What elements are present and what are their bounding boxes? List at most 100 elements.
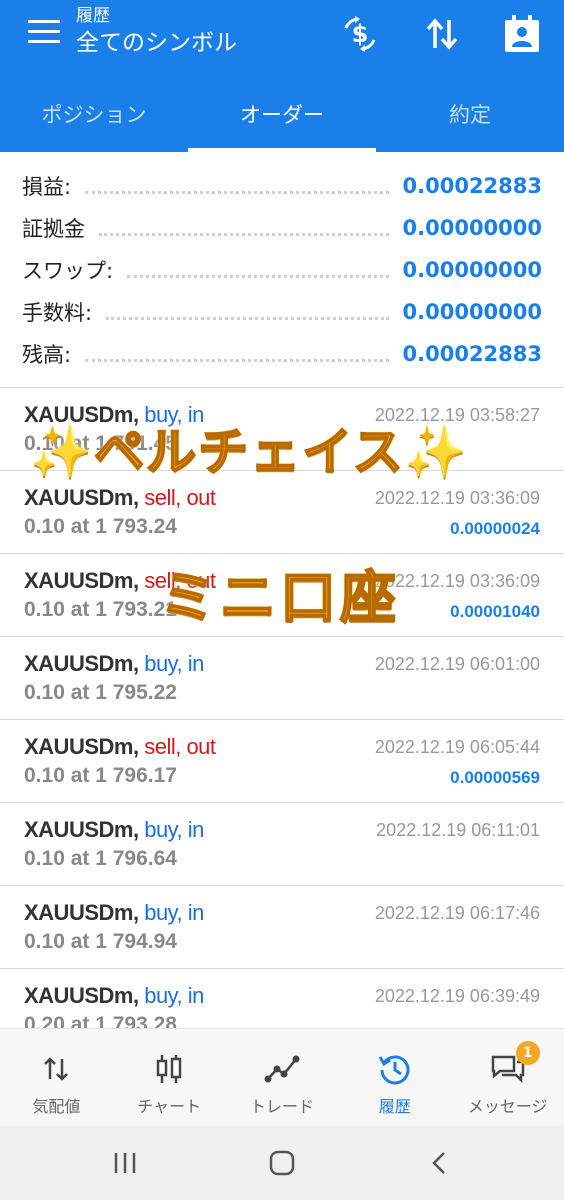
trade-side: buy, in xyxy=(144,983,204,1008)
svg-text:$: $ xyxy=(352,20,369,48)
nav-label: トレード xyxy=(249,1097,314,1116)
trade-volume-price: 0.10 at 1 795.22 xyxy=(24,681,177,704)
dotted-leader xyxy=(85,190,389,194)
app-bar: 履歴 全てのシンボル $ xyxy=(0,0,564,75)
nav-history[interactable]: 履歴 xyxy=(338,1029,451,1126)
symbol-text: XAUUSDm, xyxy=(24,568,139,593)
trade-time: 2022.12.19 06:11:01 xyxy=(376,820,540,840)
summary-row-balance: 残高: 0.00022883 xyxy=(22,333,542,375)
header-title-block[interactable]: 履歴 全てのシンボル xyxy=(76,6,237,60)
summary-row-commission: 手数料: 0.00000000 xyxy=(22,291,542,333)
home-icon[interactable] xyxy=(267,1148,297,1178)
chart-icon xyxy=(151,1051,187,1087)
tab-label: ポジション xyxy=(41,102,147,127)
summary-label: 残高: xyxy=(22,343,72,367)
table-row[interactable]: XAUUSDm, buy, in 0.10 at 1 795.22 2022.1… xyxy=(0,637,564,720)
tab-deals[interactable]: 約定 xyxy=(376,75,564,152)
trade-side: sell, out xyxy=(144,485,216,510)
summary-row-swap: スワップ: 0.00000000 xyxy=(22,249,542,291)
table-row[interactable]: XAUUSDm, buy, in 0.20 at 1 793.28 2022.1… xyxy=(0,969,564,1028)
trade-history-list[interactable]: XAUUSDm, buy, in 0.10 at 1 791.45 2022.1… xyxy=(0,388,564,1028)
summary-row-margin: 証拠金 0.00000000 xyxy=(22,207,542,249)
sort-icon[interactable] xyxy=(422,14,462,54)
summary-row-profit: 損益: 0.00022883 xyxy=(22,165,542,207)
trade-side: buy, in xyxy=(144,651,204,676)
trade-volume-price: 0.10 at 1 793.24 xyxy=(24,515,177,538)
dotted-leader xyxy=(99,232,389,236)
trade-symbol: XAUUSDm, sell, out xyxy=(24,485,216,511)
trade-profit: 0.00000569 xyxy=(450,768,540,787)
symbol-text: XAUUSDm, xyxy=(24,734,139,759)
calendar-icon[interactable] xyxy=(502,14,542,54)
trade-volume-price: 0.10 at 1 796.64 xyxy=(24,847,177,870)
dotted-leader xyxy=(127,274,389,278)
trade-volume-price: 0.20 at 1 793.28 xyxy=(24,1013,177,1028)
trade-volume-price: 0.10 at 1 794.94 xyxy=(24,930,177,953)
trade-volume-price: 0.10 at 1 796.17 xyxy=(24,764,177,787)
nav-label: 履歴 xyxy=(378,1097,411,1116)
trade-icon xyxy=(264,1051,300,1087)
dotted-leader xyxy=(85,358,389,362)
trade-symbol: XAUUSDm, buy, in xyxy=(24,983,204,1009)
summary-label: 証拠金 xyxy=(22,217,85,241)
nav-trade[interactable]: トレード xyxy=(226,1029,339,1126)
summary-value: 0.00000000 xyxy=(402,300,542,324)
summary-value: 0.00022883 xyxy=(402,342,542,366)
symbol-text: XAUUSDm, xyxy=(24,485,139,510)
currency-switch-icon[interactable]: $ xyxy=(340,14,380,54)
summary-value: 0.00000000 xyxy=(402,216,542,240)
nav-label: メッセージ xyxy=(467,1097,548,1116)
table-row[interactable]: XAUUSDm, buy, in 0.10 at 1 794.94 2022.1… xyxy=(0,886,564,969)
trade-symbol: XAUUSDm, buy, in xyxy=(24,900,204,926)
symbol-text: XAUUSDm, xyxy=(24,900,139,925)
summary-panel: 損益: 0.00022883 証拠金 0.00000000 スワップ: 0.00000… xyxy=(0,152,564,388)
summary-value: 0.00022883 xyxy=(402,174,542,198)
sparkle-icon: ✨ xyxy=(29,423,95,482)
trade-symbol: XAUUSDm, buy, in xyxy=(24,817,204,843)
symbol-text: XAUUSDm, xyxy=(24,983,139,1008)
trade-symbol: XAUUSDm, sell, out xyxy=(24,734,216,760)
back-icon[interactable] xyxy=(425,1148,455,1178)
trade-symbol: XAUUSDm, buy, in xyxy=(24,651,204,677)
tab-orders[interactable]: オーダー xyxy=(188,75,376,152)
sparkle-icon: ✨ xyxy=(404,423,470,482)
page-title: 全てのシンボル xyxy=(76,30,237,56)
nav-label: 気配値 xyxy=(32,1097,81,1116)
nav-label: チャート xyxy=(137,1097,202,1116)
trade-profit: 0.00001040 xyxy=(450,602,540,621)
table-row[interactable]: XAUUSDm, buy, in 0.10 at 1 796.64 2022.1… xyxy=(0,803,564,886)
trade-side: buy, in xyxy=(144,817,204,842)
symbol-text: XAUUSDm, xyxy=(24,817,139,842)
symbol-text: XAUUSDm, xyxy=(24,651,139,676)
dotted-leader xyxy=(106,316,389,320)
trade-side: sell, out xyxy=(144,734,216,759)
quotes-icon xyxy=(38,1051,74,1087)
recent-apps-icon[interactable] xyxy=(110,1148,140,1178)
trade-time: 2022.12.19 06:39:49 xyxy=(374,986,540,1006)
trade-side: buy, in xyxy=(144,900,204,925)
trade-time: 2022.12.19 06:05:44 xyxy=(374,737,540,757)
overlay-text: ペルチェイス xyxy=(93,422,405,482)
tab-positions[interactable]: ポジション xyxy=(0,75,188,152)
summary-label: 手数料: xyxy=(22,301,93,325)
summary-label: 損益: xyxy=(22,175,72,199)
nav-messages[interactable]: 1 メッセージ xyxy=(451,1029,564,1126)
tab-label: 約定 xyxy=(449,102,491,127)
trade-time: 2022.12.19 06:17:46 xyxy=(374,903,540,923)
hamburger-menu-icon[interactable] xyxy=(28,20,60,46)
trade-profit: 0.00000024 xyxy=(450,519,540,538)
page-subtitle: 履歴 xyxy=(76,6,110,26)
unread-badge: 1 xyxy=(515,1041,540,1065)
bottom-navigation: 気配値 チャート トレード 履歴 1 メッセージ xyxy=(0,1028,564,1126)
overlay-caption-purchase: ✨ペルチェイス✨ xyxy=(29,412,470,484)
tab-bar: ポジション オーダー 約定 xyxy=(0,75,564,152)
trade-time: 2022.12.19 03:36:09 xyxy=(374,488,540,508)
trade-volume-price: 0.10 at 1 793.21 xyxy=(24,598,177,621)
summary-value: 0.00000000 xyxy=(402,258,542,282)
table-row[interactable]: XAUUSDm, sell, out 0.10 at 1 796.17 2022… xyxy=(0,720,564,803)
system-navigation-bar xyxy=(0,1126,564,1200)
tab-label: オーダー xyxy=(240,102,324,127)
nav-quotes[interactable]: 気配値 xyxy=(0,1029,113,1126)
nav-chart[interactable]: チャート xyxy=(113,1029,226,1126)
history-icon xyxy=(377,1051,413,1087)
